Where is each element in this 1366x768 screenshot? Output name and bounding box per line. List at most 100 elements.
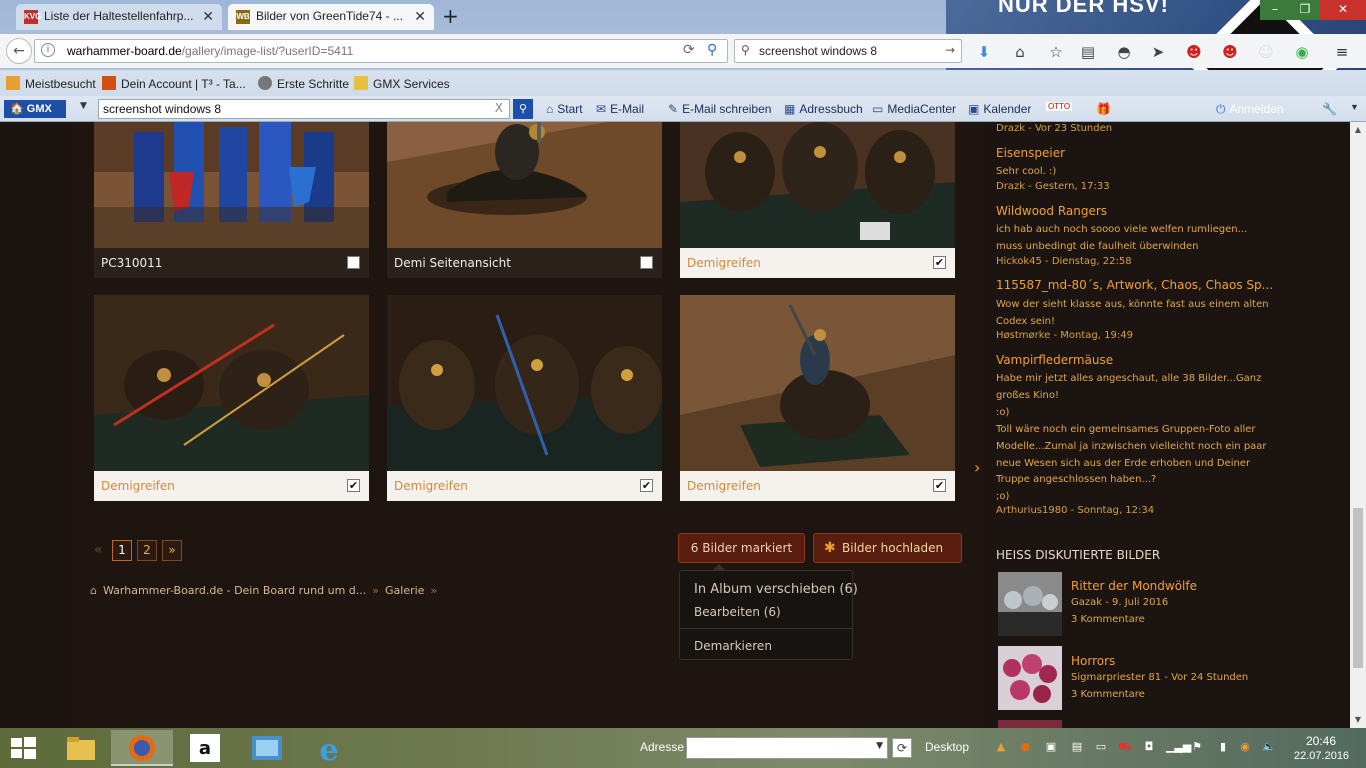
thumb-caption[interactable]: Demi Seitenansicht — [394, 256, 511, 270]
wrench-icon[interactable]: 🔧 — [1322, 102, 1337, 116]
chevron-down-icon[interactable]: ▼ — [1350, 102, 1359, 112]
home-icon[interactable]: ⌂ — [90, 584, 97, 597]
comment-title[interactable]: Vampirfledermäuse — [996, 353, 1113, 367]
marked-images-button[interactable]: 6 Bilder markiert — [678, 533, 805, 563]
bookmark-erste-schritte[interactable]: Erste Schritte — [258, 76, 349, 91]
photos-icon[interactable] — [236, 730, 298, 766]
site-info-icon[interactable]: i — [41, 43, 55, 57]
bookmark-gmx-services[interactable]: GMX Services — [354, 76, 450, 91]
close-tab-icon[interactable]: ✕ — [414, 8, 426, 25]
firefox-icon[interactable] — [111, 730, 173, 766]
car-icon[interactable]: ⛟ — [1118, 740, 1132, 754]
otto-icon[interactable]: OTTO — [1046, 102, 1073, 111]
gmx-search-text[interactable]: screenshot windows 8 — [103, 102, 221, 116]
comment-title[interactable]: Wildwood Rangers — [996, 204, 1107, 218]
thumb-caption[interactable]: Demigreifen — [687, 479, 761, 493]
comment-meta[interactable]: Drazk - Vor 23 Stunden — [996, 123, 1112, 134]
page-2[interactable]: 2 — [137, 540, 157, 561]
chevron-down-icon[interactable]: ▼ — [80, 101, 87, 111]
gallery-thumb[interactable]: Demi Seitenansicht — [387, 122, 662, 278]
amazon-icon[interactable]: a — [174, 730, 236, 766]
comment-meta[interactable]: Høstmørke - Montag, 19:49 — [996, 330, 1133, 341]
flag-icon[interactable]: ⚑ — [1190, 740, 1204, 754]
back-button[interactable]: ← — [6, 38, 32, 64]
select-checkbox[interactable]: ✔ — [933, 479, 946, 492]
comment-title[interactable]: 115587_md-80´s, Artwork, Chaos, Chaos Sp… — [996, 278, 1273, 292]
chevron-right-icon[interactable]: › — [974, 458, 980, 477]
search-go-icon[interactable]: → — [945, 43, 955, 57]
scroll-up-icon[interactable]: ▲ — [1350, 122, 1366, 138]
gmx-link-start[interactable]: ⌂ Start — [546, 102, 583, 116]
network-signal-icon[interactable]: ▁▃▅ — [1166, 740, 1191, 754]
pagination-next[interactable]: » — [162, 540, 182, 561]
thumb-caption[interactable]: Demigreifen — [687, 256, 761, 270]
menu-icon[interactable]: ≡ — [1332, 42, 1352, 62]
hot-title[interactable]: Ritter der Mondwölfe — [1071, 579, 1197, 593]
close-tab-icon[interactable]: ✕ — [202, 8, 214, 25]
thumb-image[interactable] — [387, 122, 662, 248]
hot-comments[interactable]: 3 Kommentare — [1071, 614, 1145, 625]
select-checkbox[interactable] — [347, 256, 360, 269]
tab-haltestellen[interactable]: KVG Liste der Haltestellenfahrp... ✕ — [16, 4, 222, 30]
upload-images-button[interactable]: ✱ Bilder hochladen — [813, 533, 962, 563]
refresh-icon[interactable]: ⟳ — [892, 738, 912, 758]
bookmark-account[interactable]: Dein Account | T³ - Ta... — [102, 76, 246, 91]
download-icon[interactable]: ⬇ — [974, 42, 994, 62]
thumb-caption[interactable]: Demigreifen — [394, 479, 468, 493]
bookmark-meistbesucht[interactable]: Meistbesucht — [6, 76, 96, 91]
close-window-button[interactable]: ✕ — [1320, 0, 1366, 20]
addon-face-icon[interactable]: ☻ — [1184, 42, 1204, 62]
gmx-link-kalender[interactable]: ▣ Kalender — [968, 102, 1031, 116]
chevron-down-icon[interactable]: ▼ — [876, 741, 883, 751]
sync-icon[interactable]: ◉ — [1292, 42, 1312, 62]
page-1[interactable]: 1 — [112, 540, 132, 561]
tray-app-icon[interactable]: ▣ — [1044, 740, 1058, 754]
search-icon[interactable]: ⚲ — [707, 42, 717, 58]
internet-explorer-icon[interactable]: e — [298, 730, 360, 768]
gallery-thumb[interactable]: PC310011 — [94, 122, 369, 278]
hot-thumb-image[interactable] — [998, 646, 1062, 710]
page-scrollbar[interactable]: ▲ ▼ — [1350, 122, 1366, 728]
comment-title[interactable]: Eisenspeier — [996, 146, 1065, 160]
gmx-search-input[interactable]: screenshot windows 8 X — [98, 99, 510, 119]
thumb-image[interactable] — [387, 295, 662, 471]
scroll-thumb[interactable] — [1353, 508, 1363, 668]
chat-icon[interactable]: ☺ — [1256, 42, 1276, 62]
url-bar[interactable]: i warhammer-board.de/gallery/image-list/… — [34, 39, 728, 63]
scroll-down-icon[interactable]: ▼ — [1350, 712, 1366, 728]
select-checkbox[interactable] — [640, 256, 653, 269]
tab-bilder-greentide[interactable]: WB Bilder von GreenTide74 - ... ✕ — [228, 4, 434, 30]
windows-start-icon[interactable] — [8, 736, 38, 760]
addon-face-icon[interactable]: ☻ — [1220, 42, 1240, 62]
hot-title[interactable]: Horrors — [1071, 654, 1115, 668]
reload-icon[interactable]: ⟳ — [683, 42, 695, 58]
thumb-image[interactable] — [94, 295, 369, 471]
comment-meta[interactable]: Drazk - Gestern, 17:33 — [996, 181, 1110, 192]
bookmark-star-icon[interactable]: ☆ — [1046, 42, 1066, 62]
thumb-caption[interactable]: PC310011 — [101, 256, 162, 270]
reading-list-icon[interactable]: ▤ — [1078, 42, 1098, 62]
search-bar[interactable]: ⚲ screenshot windows 8 → — [734, 39, 962, 63]
hot-thumb-image[interactable] — [998, 572, 1062, 636]
firefox-tray-icon[interactable]: ● — [1018, 740, 1032, 754]
gallery-thumb[interactable]: Demigreifen ✔ — [680, 122, 955, 278]
gmx-logo[interactable]: 🏠 GMX — [4, 100, 66, 118]
breadcrumb-board[interactable]: Warhammer-Board.de - Dein Board rund um … — [103, 584, 366, 597]
thumb-caption[interactable]: Demigreifen — [101, 479, 175, 493]
gmx-login[interactable]: ⏻ Anmelden — [1216, 102, 1284, 117]
desktop-toolbar-label[interactable]: Desktop — [925, 740, 969, 754]
send-icon[interactable]: ➤ — [1148, 42, 1168, 62]
thumb-image[interactable] — [680, 295, 955, 471]
comment-meta[interactable]: Hickok45 - Dienstag, 22:58 — [996, 256, 1132, 267]
file-explorer-icon[interactable] — [50, 730, 112, 766]
gallery-thumb[interactable]: Demigreifen ✔ — [680, 295, 955, 501]
tray-app-icon[interactable]: ◘ — [1142, 740, 1156, 754]
comment-meta[interactable]: Arthurius1980 - Sonntag, 12:34 — [996, 505, 1154, 516]
pocket-icon[interactable]: ◓ — [1114, 42, 1134, 62]
hot-comments[interactable]: 3 Kommentare — [1071, 689, 1145, 700]
battery-icon[interactable]: ▮ — [1216, 740, 1230, 754]
search-input[interactable]: screenshot windows 8 — [759, 44, 877, 58]
menu-item-edit[interactable]: Bearbeiten (6) — [694, 605, 781, 619]
hot-meta[interactable]: Gazak - 9. Juli 2016 — [1071, 597, 1168, 608]
clear-search-icon[interactable]: X — [495, 101, 503, 115]
